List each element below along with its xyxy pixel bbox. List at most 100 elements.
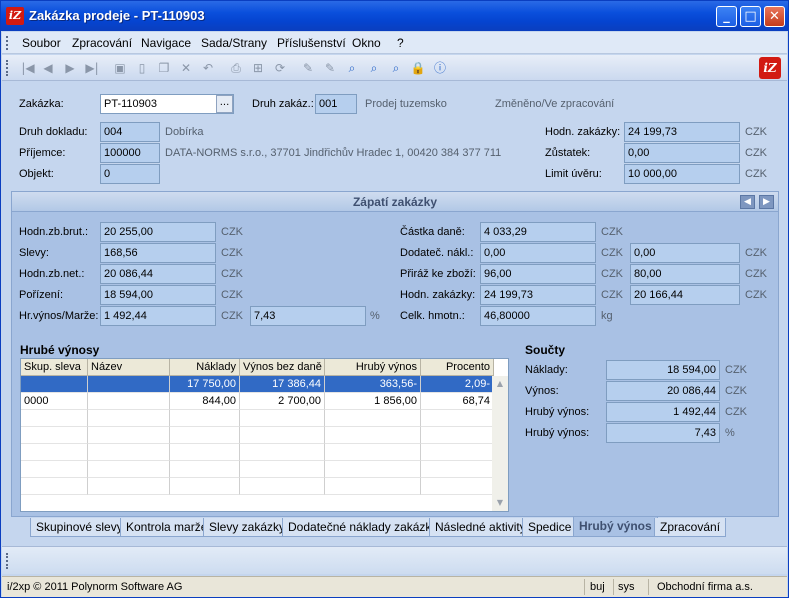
hr-vynos-currency: CZK	[221, 310, 243, 322]
lock-icon[interactable]: 🔒	[410, 60, 426, 76]
status-bar: i/2xp © 2011 Polynorm Software AG buj sy…	[2, 576, 787, 597]
table-cell[interactable]: 17 386,44	[240, 376, 325, 393]
hodn-zb-brut-label: Hodn.zb.brut.:	[19, 226, 89, 238]
tab-dodatecne-naklady[interactable]: Dodatečné náklady zakázky	[282, 518, 444, 537]
col-nazev[interactable]: Název	[88, 359, 170, 376]
copy-icon[interactable]: ❐	[156, 60, 172, 76]
close-button[interactable]: ✕	[764, 6, 785, 27]
menu-navigace[interactable]: Navigace	[141, 36, 191, 50]
scroll-down-icon[interactable]: ▼	[492, 495, 508, 511]
table-cell[interactable]	[21, 376, 88, 393]
footer-hodn-zakazky-field-2: 20 166,44	[630, 285, 740, 305]
undo-icon[interactable]: ↶	[200, 60, 216, 76]
application-window: iZ Zakázka prodeje - PT-110903 _ □ ✕ Sou…	[0, 0, 789, 598]
hr-vynos-label: Hr.výnos/Marže:	[19, 310, 99, 322]
slevy-currency: CZK	[221, 247, 243, 259]
porizeni-currency: CZK	[221, 289, 243, 301]
hodn-zb-net-field: 20 086,44	[100, 264, 216, 284]
tab-nasledne-aktivity[interactable]: Následné aktivity	[429, 518, 532, 537]
edit-alt-icon[interactable]: ✎	[322, 60, 338, 76]
footer-hodn-zakazky-currency: CZK	[601, 289, 623, 301]
menu-prislusenstvi[interactable]: Příslušenství	[277, 36, 346, 50]
soucty-hruby-label: Hrubý výnos:	[525, 406, 590, 418]
zustatek-label: Zůstatek:	[545, 147, 591, 159]
table-cell[interactable]: 1 856,00	[325, 393, 421, 410]
last-record-icon[interactable]: ▶|	[84, 60, 100, 76]
print-icon[interactable]: ⎙	[228, 60, 244, 76]
table-cell[interactable]	[88, 376, 170, 393]
col-procento[interactable]: Procento	[421, 359, 494, 376]
tree-icon[interactable]: ⊞	[250, 60, 266, 76]
hrube-vynosy-table[interactable]: Skup. sleva Název Náklady Výnos bez daně…	[20, 358, 509, 512]
table-cell[interactable]: 844,00	[170, 393, 240, 410]
soucty-vynos-currency: CZK	[725, 385, 747, 397]
soucty-naklady-field: 18 594,00	[606, 360, 720, 380]
zakazka-input[interactable]: PT-110903	[100, 94, 234, 114]
info-icon[interactable]: ⓘ	[432, 60, 448, 76]
brand-logo-icon: iZ	[759, 57, 781, 79]
table-cell[interactable]	[88, 393, 170, 410]
bottom-grip	[6, 553, 9, 569]
hr-vynos-pct-field: 7,43	[250, 306, 366, 326]
druh-zakaz-field[interactable]: 001	[315, 94, 357, 114]
menu-soubor[interactable]: Soubor	[22, 36, 61, 50]
delete-icon[interactable]: ✕	[178, 60, 194, 76]
refresh-icon[interactable]: ⟳	[272, 60, 288, 76]
menu-help[interactable]: ?	[397, 36, 404, 50]
table-cell[interactable]: 2 700,00	[240, 393, 325, 410]
menu-sada-strany[interactable]: Sada/Strany	[201, 36, 267, 50]
castka-dane-currency: CZK	[601, 226, 623, 238]
table-cell[interactable]: 0000	[21, 393, 88, 410]
scroll-up-icon[interactable]: ▲	[492, 376, 508, 392]
tab-kontrola-marze[interactable]: Kontrola marže	[120, 518, 214, 537]
minimize-button[interactable]: _	[716, 6, 737, 27]
menu-zpracovani[interactable]: Zpracování	[72, 36, 132, 50]
col-vynos-bez-dane[interactable]: Výnos bez daně	[240, 359, 325, 376]
tab-zpracovani[interactable]: Zpracování	[654, 518, 727, 537]
new-icon[interactable]: ▯	[134, 60, 150, 76]
save-icon[interactable]: ▣	[112, 60, 128, 76]
previous-record-icon[interactable]: ◀	[40, 60, 56, 76]
find-icon[interactable]: ⌕	[344, 60, 360, 76]
bottom-toolbar	[2, 546, 787, 574]
table-cell[interactable]: 2,09-	[421, 376, 494, 393]
zakazka-lookup-button[interactable]: ...	[216, 95, 233, 113]
table-scrollbar[interactable]: ▲ ▼	[492, 376, 508, 511]
priraz-field-2: 80,00	[630, 264, 740, 284]
dodatec-nakl-label: Dodateč. nákl.:	[400, 247, 474, 259]
priraz-currency: CZK	[601, 268, 623, 280]
druh-zakaz-text: Prodej tuzemsko	[365, 98, 447, 110]
table-cell[interactable]: 68,74	[421, 393, 494, 410]
col-naklady[interactable]: Náklady	[170, 359, 240, 376]
hrube-vynosy-title: Hrubé výnosy	[20, 343, 100, 357]
search-icon[interactable]: ⌕	[366, 60, 382, 76]
objekt-field[interactable]: 0	[100, 164, 160, 184]
priraz-label: Přiráž ke zboží:	[400, 268, 476, 280]
col-skup-sleva[interactable]: Skup. sleva	[21, 359, 88, 376]
prijemce-field[interactable]: 100000	[100, 143, 160, 163]
first-record-icon[interactable]: |◀	[20, 60, 36, 76]
druh-dokladu-field[interactable]: 004	[100, 122, 160, 142]
tab-hruby-vynos[interactable]: Hrubý výnos	[573, 517, 658, 537]
col-hruby-vynos[interactable]: Hrubý výnos	[325, 359, 421, 376]
zoom-icon[interactable]: ⌕	[388, 60, 404, 76]
tab-spedice[interactable]: Spedice	[522, 518, 578, 537]
nav-next-icon[interactable]: ▶	[759, 195, 774, 209]
table-cell[interactable]: 17 750,00	[170, 376, 240, 393]
maximize-button[interactable]: □	[740, 6, 761, 27]
status-db: sys	[618, 581, 635, 593]
tab-skupinove-slevy[interactable]: Skupinové slevy	[30, 518, 129, 537]
app-logo-icon: iZ	[6, 7, 24, 25]
soucty-hruby-pct-unit: %	[725, 427, 735, 439]
table-cell[interactable]: 363,56-	[325, 376, 421, 393]
nav-prev-icon[interactable]: ◀	[740, 195, 755, 209]
zakazka-label: Zakázka:	[19, 98, 64, 110]
title-bar[interactable]: iZ Zakázka prodeje - PT-110903 _ □ ✕	[1, 1, 788, 31]
tab-slevy-zakazky[interactable]: Slevy zakázky	[203, 518, 292, 537]
edit-icon[interactable]: ✎	[300, 60, 316, 76]
next-record-icon[interactable]: ▶	[62, 60, 78, 76]
menu-okno[interactable]: Okno	[352, 36, 381, 50]
footer-hodn-zakazky-currency-2: CZK	[745, 289, 767, 301]
menu-grip	[6, 36, 9, 50]
druh-dokladu-label: Druh dokladu:	[19, 126, 88, 138]
